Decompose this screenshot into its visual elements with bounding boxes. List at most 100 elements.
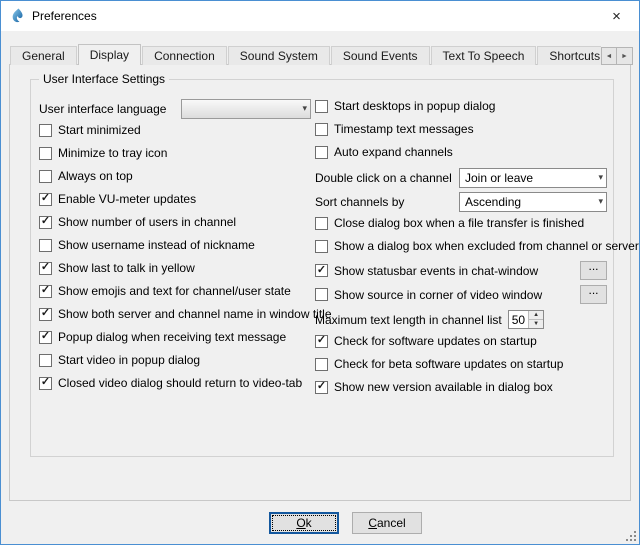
- checkbox-box[interactable]: [39, 239, 52, 252]
- checkbox-label: Show emojis and text for channel/user st…: [58, 284, 291, 298]
- preferences-dialog: Preferences × General Display Connection…: [0, 0, 640, 545]
- checkbox-label: Timestamp text messages: [334, 122, 474, 136]
- checkbox-box[interactable]: [315, 335, 328, 348]
- checkbox-box[interactable]: [315, 123, 328, 136]
- checkbox-timestamp-messages[interactable]: Timestamp text messages: [315, 121, 607, 137]
- checkbox-emojis-and-text[interactable]: Show emojis and text for channel/user st…: [39, 283, 311, 299]
- group-title: User Interface Settings: [39, 72, 169, 86]
- checkbox-box[interactable]: [39, 377, 52, 390]
- checkbox-box[interactable]: [39, 354, 52, 367]
- tab-scroll-right-icon[interactable]: ►: [617, 47, 633, 65]
- tab-display[interactable]: Display: [78, 44, 141, 65]
- checkbox-vu-meter-updates[interactable]: Enable VU-meter updates: [39, 191, 311, 207]
- tab-connection[interactable]: Connection: [142, 46, 227, 65]
- checkbox-label: Show new version available in dialog box: [334, 380, 553, 394]
- checkbox-server-channel-in-title[interactable]: Show both server and channel name in win…: [39, 306, 311, 322]
- sort-channels-combobox[interactable]: Ascending ▾: [459, 192, 607, 212]
- tab-sound-system[interactable]: Sound System: [228, 46, 330, 65]
- checkbox-box[interactable]: [315, 381, 328, 394]
- checkbox-box[interactable]: [39, 331, 52, 344]
- checkbox-label: Show both server and channel name in win…: [58, 307, 332, 321]
- chevron-down-icon: ▾: [598, 196, 603, 207]
- checkbox-label: Show last to talk in yellow: [58, 261, 195, 275]
- checkbox-closed-video-return-tab[interactable]: Closed video dialog should return to vid…: [39, 375, 311, 391]
- checkbox-label: Start video in popup dialog: [58, 353, 200, 367]
- video-source-options-button[interactable]: ...: [580, 285, 607, 304]
- display-tab-page: User Interface Settings User interface l…: [9, 64, 631, 501]
- checkbox-minimize-to-tray[interactable]: Minimize to tray icon: [39, 145, 311, 161]
- spinner-up-icon[interactable]: ▲: [529, 311, 543, 320]
- checkbox-label: Closed video dialog should return to vid…: [58, 376, 302, 390]
- tab-bar: General Display Connection Sound System …: [10, 44, 601, 65]
- checkbox-box[interactable]: [39, 308, 52, 321]
- double-click-value: Join or leave: [465, 171, 533, 185]
- close-icon[interactable]: ×: [594, 1, 639, 31]
- checkbox-check-beta-updates[interactable]: Check for beta software updates on start…: [315, 356, 607, 372]
- checkbox-label: Check for beta software updates on start…: [334, 357, 563, 371]
- checkbox-label: Show username instead of nickname: [58, 238, 255, 252]
- checkbox-popup-on-text-message[interactable]: Popup dialog when receiving text message: [39, 329, 311, 345]
- chevron-down-icon: ▾: [598, 172, 603, 183]
- checkbox-label: Popup dialog when receiving text message: [58, 330, 286, 344]
- double-click-combobox[interactable]: Join or leave ▾: [459, 168, 607, 188]
- checkbox-close-on-transfer-finished[interactable]: Close dialog box when a file transfer is…: [315, 215, 607, 231]
- checkbox-auto-expand-channels[interactable]: Auto expand channels: [315, 144, 607, 160]
- checkbox-statusbar-events[interactable]: Show statusbar events in chat-window: [315, 264, 538, 278]
- checkbox-box[interactable]: [315, 100, 328, 113]
- checkbox-box[interactable]: [39, 124, 52, 137]
- checkbox-label: Check for software updates on startup: [334, 334, 537, 348]
- max-text-length-value[interactable]: 50: [509, 311, 528, 328]
- checkbox-new-version-dialog[interactable]: Show new version available in dialog box: [315, 379, 607, 395]
- checkbox-check-updates[interactable]: Check for software updates on startup: [315, 333, 607, 349]
- max-text-length-spinner[interactable]: 50 ▲ ▼: [508, 310, 544, 329]
- tab-general[interactable]: General: [10, 46, 77, 65]
- checkbox-box[interactable]: [39, 147, 52, 160]
- sort-channels-row: Sort channels by Ascending ▾: [315, 191, 607, 212]
- checkbox-label: Always on top: [58, 169, 133, 183]
- checkbox-box[interactable]: [315, 146, 328, 159]
- checkbox-box[interactable]: [315, 264, 328, 277]
- checkbox-box[interactable]: [315, 240, 328, 253]
- max-text-length-label: Maximum text length in channel list: [315, 313, 502, 327]
- checkbox-video-popup-dialog[interactable]: Start video in popup dialog: [39, 352, 311, 368]
- checkbox-box[interactable]: [315, 288, 328, 301]
- double-click-label: Double click on a channel: [315, 171, 452, 185]
- checkbox-box[interactable]: [315, 358, 328, 371]
- checkbox-dialog-when-excluded[interactable]: Show a dialog box when excluded from cha…: [315, 238, 607, 254]
- language-combobox[interactable]: ▾: [181, 99, 311, 119]
- right-column: Start desktops in popup dialog Timestamp…: [315, 98, 607, 402]
- left-column: User interface language ▾ Start minimize…: [39, 98, 311, 398]
- checkbox-last-to-talk-yellow[interactable]: Show last to talk in yellow: [39, 260, 311, 276]
- tab-shortcuts[interactable]: Shortcuts: [537, 46, 601, 65]
- window-title: Preferences: [32, 9, 97, 23]
- checkbox-always-on-top[interactable]: Always on top: [39, 168, 311, 184]
- tab-sound-events[interactable]: Sound Events: [331, 46, 430, 65]
- titlebar[interactable]: Preferences ×: [1, 1, 639, 31]
- sort-channels-label: Sort channels by: [315, 195, 404, 209]
- tab-scroll-left-icon[interactable]: ◄: [601, 47, 617, 65]
- spinner-down-icon[interactable]: ▼: [529, 320, 543, 328]
- video-source-row: Show source in corner of video window ..…: [315, 285, 607, 304]
- checkbox-box[interactable]: [39, 285, 52, 298]
- checkbox-box[interactable]: [39, 216, 52, 229]
- ok-button[interactable]: Ok: [269, 512, 339, 534]
- checkbox-label: Enable VU-meter updates: [58, 192, 196, 206]
- checkbox-desktops-popup[interactable]: Start desktops in popup dialog: [315, 98, 607, 114]
- cancel-button[interactable]: Cancel: [352, 512, 422, 534]
- tab-text-to-speech[interactable]: Text To Speech: [431, 46, 537, 65]
- checkbox-label: Auto expand channels: [334, 145, 453, 159]
- checkbox-label: Minimize to tray icon: [58, 146, 167, 160]
- sort-channels-value: Ascending: [465, 195, 521, 209]
- checkbox-username-instead-nickname[interactable]: Show username instead of nickname: [39, 237, 311, 253]
- checkbox-box[interactable]: [39, 193, 52, 206]
- checkbox-video-source-corner[interactable]: Show source in corner of video window: [315, 288, 542, 302]
- statusbar-events-options-button[interactable]: ...: [580, 261, 607, 280]
- resize-grip[interactable]: [625, 530, 637, 542]
- checkbox-box[interactable]: [39, 262, 52, 275]
- checkbox-box[interactable]: [39, 170, 52, 183]
- checkbox-show-user-count[interactable]: Show number of users in channel: [39, 214, 311, 230]
- checkbox-label: Start desktops in popup dialog: [334, 99, 495, 113]
- checkbox-start-minimized[interactable]: Start minimized: [39, 122, 311, 138]
- language-row: User interface language ▾: [39, 98, 311, 119]
- checkbox-box[interactable]: [315, 217, 328, 230]
